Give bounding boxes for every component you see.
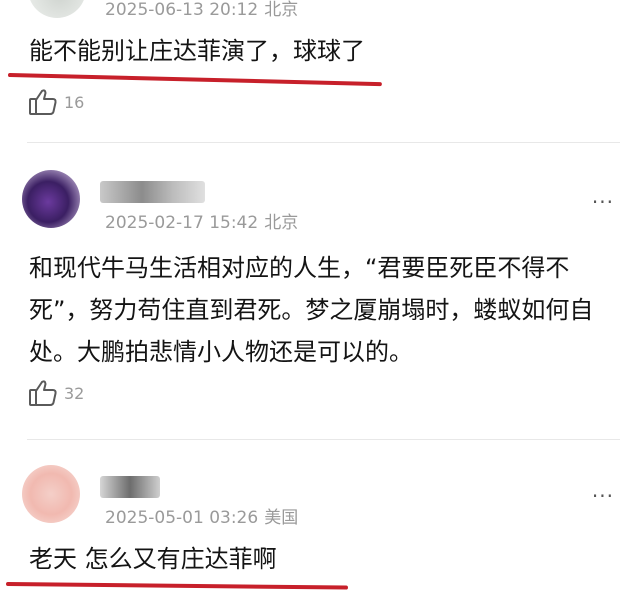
comment-time: 2025-06-13 20:12 bbox=[105, 0, 259, 20]
more-options-button[interactable]: ··· bbox=[592, 484, 614, 508]
comment-meta: 2025-05-01 03:26 美国 bbox=[105, 503, 298, 528]
comment-location: 北京 bbox=[264, 213, 299, 233]
nickname-redacted bbox=[100, 181, 205, 203]
avatar[interactable] bbox=[28, 0, 86, 18]
comment-text: 能不能别让庄达菲演了，球球了 bbox=[29, 37, 365, 65]
more-options-button[interactable]: ··· bbox=[592, 190, 614, 214]
comment-meta: 2025-06-13 20:12 北京 bbox=[105, 0, 298, 20]
comment-time: 2025-05-01 03:26 bbox=[105, 508, 259, 528]
like-button[interactable]: 32 bbox=[28, 379, 84, 407]
avatar[interactable] bbox=[22, 465, 80, 523]
comment-text: 老天 怎么又有庄达菲啊 bbox=[29, 545, 277, 573]
divider bbox=[27, 439, 620, 440]
comment-location: 美国 bbox=[264, 508, 299, 528]
divider bbox=[27, 142, 620, 143]
comment-text: 和现代牛马生活相对应的人生，“君要臣死臣不得不死”，努力苟住直到君死。梦之厦崩塌… bbox=[29, 254, 594, 366]
avatar[interactable] bbox=[22, 170, 80, 228]
thumbs-up-icon bbox=[28, 88, 58, 116]
annotation-underline bbox=[5, 582, 349, 590]
comment-location: 北京 bbox=[264, 0, 299, 20]
like-count: 32 bbox=[64, 383, 85, 403]
comment-meta: 2025-02-17 15:42 北京 bbox=[105, 208, 298, 233]
like-count: 16 bbox=[64, 92, 85, 112]
nickname-redacted bbox=[100, 476, 160, 498]
like-button[interactable]: 16 bbox=[28, 88, 84, 116]
thumbs-up-icon bbox=[28, 379, 58, 407]
annotation-underline bbox=[7, 73, 382, 87]
comment-time: 2025-02-17 15:42 bbox=[105, 213, 259, 233]
